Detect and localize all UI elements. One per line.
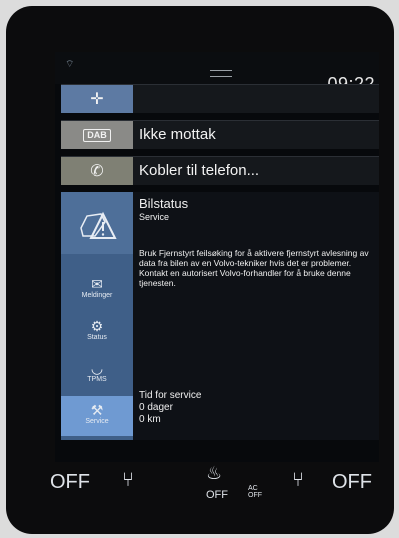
media-status: Ikke mottak (139, 126, 216, 143)
message-icon: ✉ (91, 276, 103, 292)
steering-heat-icon[interactable]: ♨ (206, 463, 222, 484)
car-warning-icon (61, 192, 133, 254)
service-due-days: 0 dager (139, 402, 173, 413)
service-icon: ⚒ (90, 402, 104, 418)
sidebar-item-service[interactable]: ⚒ Service (61, 396, 133, 436)
pull-down-handle[interactable] (210, 70, 232, 77)
wifi-icon: ⌔ (65, 59, 75, 70)
ac-button[interactable]: AC OFF (248, 485, 262, 499)
service-content: Bilstatus Service Bruk Fjernstyrt feilsø… (139, 196, 375, 288)
infotainment-screen: ⌔ 09:22 ✛ DAB Ikke mottak ✆ Kobler til t… (55, 52, 379, 462)
service-due-km: 0 km (139, 414, 161, 425)
ac-state: OFF (248, 492, 262, 499)
right-temp-button[interactable]: OFF (332, 471, 372, 494)
car-status-sidebar: ✉ Meldinger ⚙ Status ◡ TPMS ⚒ Service (61, 192, 133, 440)
left-seat-heat-icon[interactable]: ⑂ (122, 469, 134, 492)
sidebar-item-meldinger[interactable]: ✉ Meldinger (61, 270, 133, 310)
left-temp-button[interactable]: OFF (50, 471, 90, 494)
service-due: Tid for service 0 dager 0 km (139, 390, 201, 426)
ac-label: AC (248, 485, 258, 492)
phone-status: Kobler til telefon... (139, 162, 260, 179)
radio-icon: DAB (61, 121, 133, 149)
fan-status: OFF (206, 489, 228, 501)
sidebar-item-tpms[interactable]: ◡ TPMS (61, 354, 133, 394)
page-title: Bilstatus (139, 196, 189, 211)
sidebar-item-label: Service (85, 418, 109, 425)
car-status-panel: ✉ Meldinger ⚙ Status ◡ TPMS ⚒ Service Bi… (61, 192, 379, 440)
sidebar-item-label: Meldinger (81, 292, 113, 299)
sidebar-item-label: Status (87, 334, 107, 341)
phone-tile[interactable]: ✆ Kobler til telefon... (61, 156, 379, 185)
compass-icon: ✛ (61, 85, 133, 113)
service-due-label: Tid for service (139, 390, 202, 401)
right-seat-heat-icon[interactable]: ⑂ (292, 469, 304, 492)
sidebar-item-status[interactable]: ⚙ Status (61, 312, 133, 352)
navigation-tile[interactable]: ✛ (61, 84, 379, 113)
service-message: Bruk Fjernstyrt feilsøking for å aktiver… (139, 248, 369, 288)
climate-bar: OFF ⑂ ♨ OFF AC OFF ⑂ OFF (40, 463, 380, 508)
phone-icon: ✆ (61, 157, 133, 185)
sidebar-item-label: TPMS (87, 376, 107, 383)
page-subtitle: Service (139, 212, 170, 222)
tire-icon: ◡ (90, 360, 104, 376)
wrench-icon: ⚙ (90, 318, 104, 334)
media-tile[interactable]: DAB Ikke mottak (61, 120, 379, 149)
status-bar: ⌔ 09:22 (55, 52, 379, 94)
dab-badge: DAB (83, 128, 111, 142)
